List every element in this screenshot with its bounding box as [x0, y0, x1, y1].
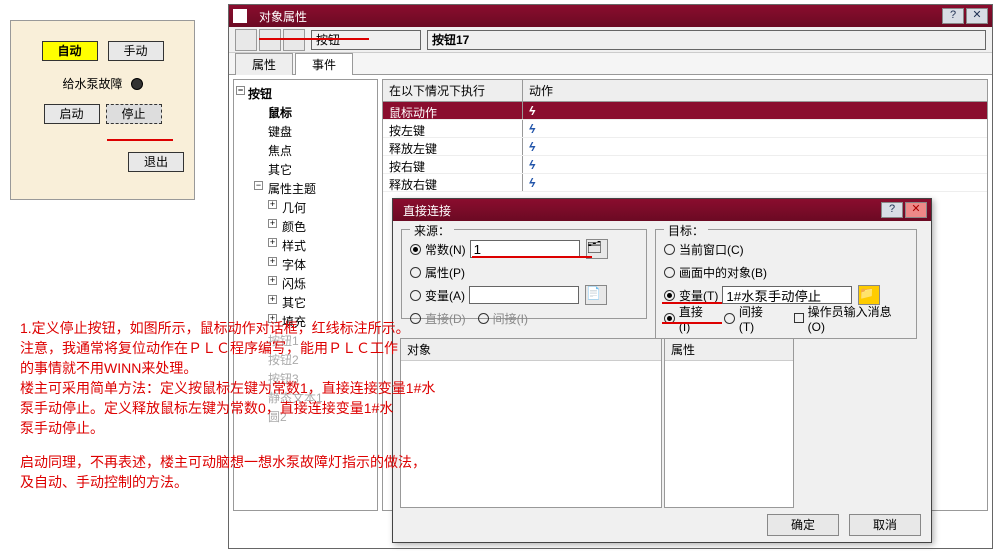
stop-button[interactable]: 停止 [106, 104, 162, 124]
titlebar[interactable]: 对象属性 ? ✕ [229, 5, 992, 27]
source-variable-input[interactable] [469, 286, 579, 304]
red-underline-mark [107, 139, 173, 141]
event-row-mouse-action[interactable]: 鼠标动作 ϟ [383, 102, 987, 120]
browse-button[interactable]: 📄 [585, 285, 607, 305]
group-label: 来源： [410, 222, 454, 239]
list-header: 属性 [665, 339, 793, 361]
tool-btn-1[interactable] [235, 29, 257, 51]
tab-row: 属性 事件 [229, 53, 992, 75]
dialog-title: 对象属性 [253, 8, 942, 25]
screen-object-label: 画面中的对象(B) [679, 264, 767, 281]
cancel-button[interactable]: 取消 [849, 514, 921, 536]
bolt-icon: ϟ [529, 140, 535, 154]
group-label: 目标： [664, 222, 708, 239]
bolt-icon: ϟ [529, 122, 535, 136]
radio-tgt-indirect[interactable] [724, 313, 735, 324]
dialog-title: 直接连接 [397, 202, 881, 219]
event-row[interactable]: 按右键 ϟ [383, 156, 987, 174]
event-row[interactable]: 按左键 ϟ [383, 120, 987, 138]
fault-label: 给水泵故障 [62, 75, 122, 92]
col-action: 动作 [523, 80, 987, 101]
dialog-icon [233, 9, 247, 23]
red-mark-constant [472, 256, 592, 258]
bolt-icon: ϟ [529, 158, 535, 172]
bolt-icon: ϟ [529, 104, 535, 118]
current-window-label: 当前窗口(C) [679, 241, 744, 258]
radio-constant[interactable] [410, 244, 421, 255]
constant-label: 常数(N) [425, 241, 466, 258]
col-condition: 在以下情况下执行 [383, 80, 523, 101]
radio-property[interactable] [410, 267, 421, 278]
radio-current-window[interactable] [664, 244, 675, 255]
target-group: 目标： 当前窗口(C) 画面中的对象(B) 变量(T) 📁 直接(I) 间接(T… [655, 229, 917, 339]
variable-label: 变量(A) [425, 287, 465, 304]
property-list[interactable]: 属性 [664, 338, 794, 508]
control-panel: 自动 手动 给水泵故障 启动 停止 退出 [10, 20, 195, 200]
radio-target-variable[interactable] [664, 290, 675, 301]
annotation-text: 1.定义停止按钮，如图所示，鼠标动作对话框，红线标注所示。 注意，我通常将复位动… [20, 318, 600, 492]
property-label: 属性(P) [425, 264, 465, 281]
auto-button[interactable]: 自动 [42, 41, 98, 61]
bolt-icon: ϟ [529, 176, 535, 190]
start-button[interactable]: 启动 [44, 104, 100, 124]
red-mark-target-var [662, 302, 722, 304]
tab-events[interactable]: 事件 [295, 53, 353, 75]
help-button[interactable]: ? [881, 202, 903, 218]
tab-properties[interactable]: 属性 [235, 53, 293, 75]
radio-variable[interactable] [410, 290, 421, 301]
target-variable-input[interactable] [722, 286, 852, 304]
event-row[interactable]: 释放左键 ϟ [383, 138, 987, 156]
object-name-field[interactable]: 按钮17 [427, 30, 986, 50]
target-variable-label: 变量(T) [679, 287, 718, 304]
close-icon[interactable]: ✕ [966, 8, 988, 24]
checkbox-operator-msg[interactable] [794, 313, 804, 323]
titlebar[interactable]: 直接连接 ? ✕ [393, 199, 931, 221]
red-mark-direct [662, 322, 722, 324]
radio-screen-object[interactable] [664, 267, 675, 278]
toolbar: 按钮 按钮17 [229, 27, 992, 53]
fault-led-icon [131, 78, 143, 90]
manual-button[interactable]: 手动 [108, 41, 164, 61]
ok-button[interactable]: 确定 [767, 514, 839, 536]
exit-button[interactable]: 退出 [128, 152, 184, 172]
source-group: 来源： 常数(N) 🗂 属性(P) 变量(A) 📄 直接(D) [401, 229, 647, 319]
close-icon[interactable]: ✕ [905, 202, 927, 218]
event-row[interactable]: 释放右键 ϟ [383, 174, 987, 192]
help-button[interactable]: ? [942, 8, 964, 24]
